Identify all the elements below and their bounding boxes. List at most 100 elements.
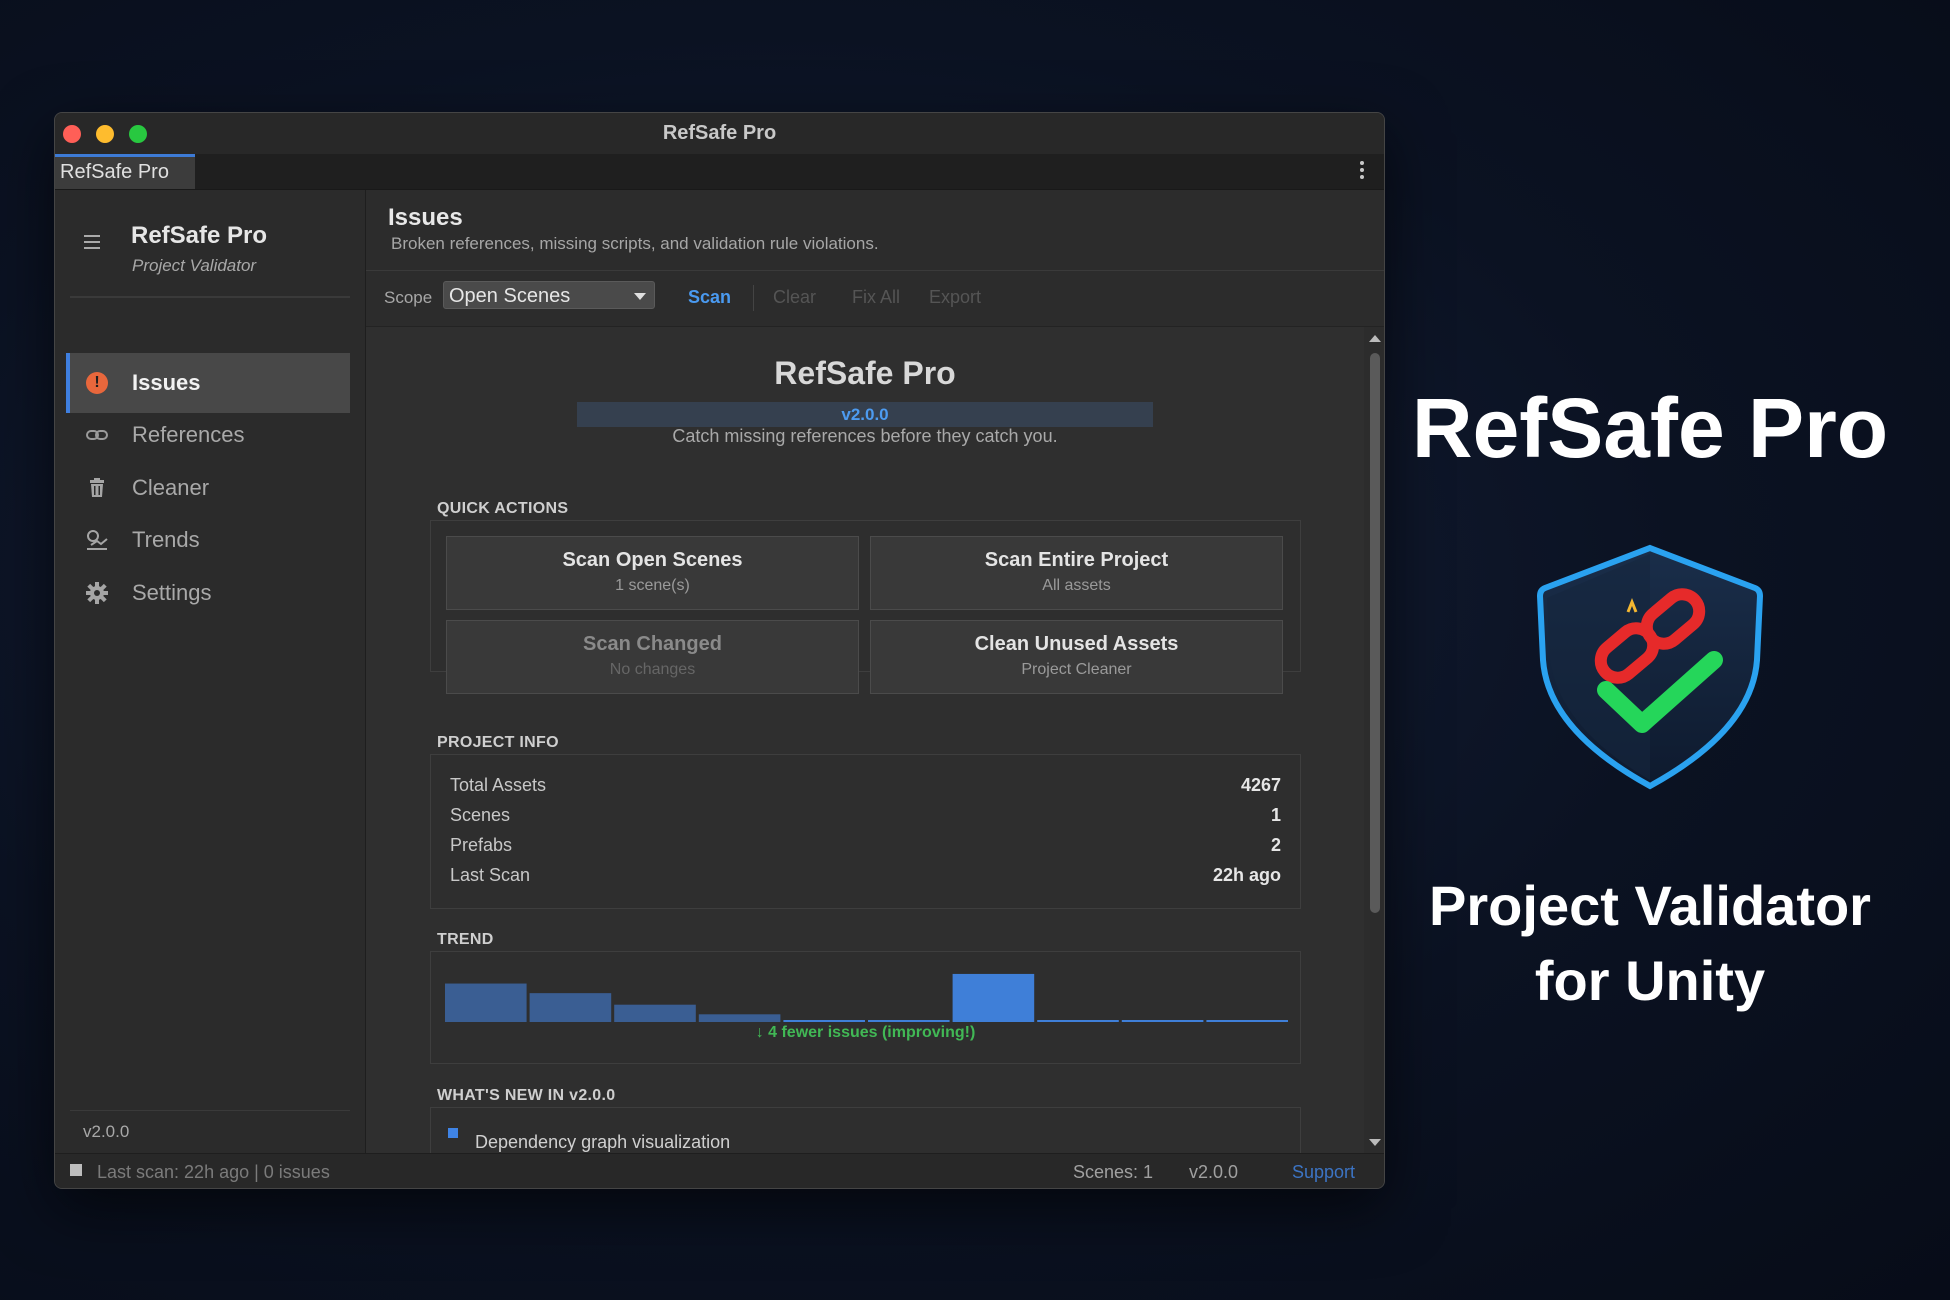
qa-subtitle: No changes <box>609 661 696 678</box>
qa-subtitle: Project Cleaner <box>1021 661 1132 678</box>
info-key: Scenes <box>450 805 511 825</box>
qa-title: Scan Entire Project <box>984 549 1169 571</box>
whats-new-label: WHAT'S NEW IN v2.0.0 <box>437 1087 616 1104</box>
more-options-icon[interactable] <box>1360 161 1364 182</box>
sidebar-item-label: References <box>132 422 245 447</box>
scope-dropdown-value: Open Scenes <box>449 285 571 307</box>
main-panel: Issues Broken references, missing script… <box>366 190 1384 1154</box>
info-value: 2 <box>1270 835 1281 855</box>
sidebar-bottom-divider <box>70 1110 350 1111</box>
promo-title: RefSafe Pro <box>1411 381 1889 475</box>
trend-bar <box>952 973 1035 1022</box>
project-info-label: PROJECT INFO <box>437 734 559 751</box>
trend-bar <box>445 983 527 1022</box>
trend-bar <box>529 993 612 1022</box>
chevron-down-icon <box>634 293 646 300</box>
tab-refsafe[interactable]: RefSafe Pro <box>55 154 195 189</box>
scrollbar-thumb[interactable] <box>1370 353 1380 913</box>
info-key: Last Scan <box>450 865 531 885</box>
info-row-prefabs: Prefabs 2 <box>450 835 1281 865</box>
sidebar-app-subtitle: Project Validator <box>132 256 257 275</box>
sidebar-version: v2.0.0 <box>83 1122 130 1141</box>
trend-bar <box>868 1020 950 1022</box>
scan-button[interactable]: Scan <box>688 287 731 308</box>
whats-new-item: Dependency graph visualization <box>475 1132 731 1152</box>
sidebar-item-cleaner[interactable]: Cleaner <box>66 458 350 518</box>
qa-subtitle: All assets <box>1042 577 1111 594</box>
sidebar-item-trends[interactable]: Trends <box>66 510 350 570</box>
trend-label: TREND <box>437 931 494 948</box>
qa-title: Scan Changed <box>583 633 722 655</box>
title-bar: RefSafe Pro <box>55 113 1384 155</box>
scan-entire-project-button[interactable]: Scan Entire Project All assets <box>870 536 1283 610</box>
info-row-last-scan: Last Scan 22h ago <box>450 865 1281 895</box>
status-square-icon <box>70 1164 82 1176</box>
status-bar: Last scan: 22h ago | 0 issues Scenes: 1 … <box>55 1153 1384 1188</box>
trend-bar <box>783 1020 865 1022</box>
quick-actions-label: QUICK ACTIONS <box>437 500 569 517</box>
sidebar-item-settings[interactable]: Settings <box>66 563 350 623</box>
sidebar-item-label: Settings <box>132 580 212 605</box>
info-value: 22h ago <box>1212 865 1281 885</box>
scope-label: Scope <box>384 288 433 307</box>
trend-bar <box>1121 1020 1204 1022</box>
sidebar-app-name: RefSafe Pro <box>131 222 268 249</box>
page-subtitle: Broken references, missing scripts, and … <box>391 234 879 253</box>
status-version: v2.0.0 <box>1189 1162 1239 1182</box>
qa-title: Scan Open Scenes <box>562 549 743 571</box>
gear-icon <box>84 580 110 606</box>
sidebar-item-references[interactable]: References <box>66 405 350 465</box>
scroll-down-icon[interactable] <box>1369 1139 1381 1146</box>
alert-icon: ! <box>84 370 110 396</box>
trend-bar <box>1037 1020 1119 1022</box>
sidebar-divider <box>70 296 350 298</box>
trend-icon <box>84 527 110 553</box>
sidebar-item-label: Cleaner <box>132 475 210 500</box>
clean-unused-assets-button[interactable]: Clean Unused Assets Project Cleaner <box>870 620 1283 694</box>
status-scenes: Scenes: 1 <box>1073 1162 1154 1182</box>
info-key: Prefabs <box>450 835 513 855</box>
project-info-panel: Total Assets 4267 Scenes 1 Prefabs 2 Las… <box>430 754 1301 909</box>
scan-changed-button[interactable]: Scan Changed No changes <box>446 620 859 694</box>
sidebar-item-issues[interactable]: ! Issues <box>66 353 350 413</box>
content-area: RefSafe Pro v2.0.0 Catch missing referen… <box>366 327 1364 1154</box>
sidebar-item-label: Issues <box>132 370 201 395</box>
export-button[interactable]: Export <box>929 287 981 308</box>
support-link[interactable]: Support <box>1292 1162 1355 1183</box>
info-value: 4267 <box>1240 775 1281 795</box>
scan-open-scenes-button[interactable]: Scan Open Scenes 1 scene(s) <box>446 536 859 610</box>
quick-actions-panel: Scan Open Scenes 1 scene(s) Scan Entire … <box>430 520 1301 694</box>
scope-dropdown[interactable]: Open Scenes <box>443 281 655 309</box>
main-header: Issues Broken references, missing script… <box>366 190 1384 271</box>
toolbar: Scope Open Scenes Scan Clear Fix All Exp… <box>366 271 1384 327</box>
hero-title: RefSafe Pro <box>774 355 956 391</box>
trend-panel: ↓ 4 fewer issues (improving!) <box>430 951 1301 1064</box>
trash-icon <box>84 475 110 501</box>
info-row-scenes: Scenes 1 <box>450 805 1281 835</box>
sidebar-item-label: Trends <box>132 527 200 552</box>
info-row-total-assets: Total Assets 4267 <box>450 775 1281 805</box>
trend-chart <box>445 973 1288 1022</box>
hamburger-menu-icon[interactable] <box>84 235 100 253</box>
whats-new-panel: Dependency graph visualization <box>430 1107 1301 1154</box>
vertical-scrollbar[interactable] <box>1364 327 1384 1154</box>
qa-title: Clean Unused Assets <box>974 633 1179 655</box>
info-value: 1 <box>1270 805 1281 825</box>
bullet-icon <box>448 1128 458 1138</box>
sidebar: RefSafe Pro Project Validator ! Issues R… <box>55 190 366 1154</box>
tab-strip: RefSafe Pro <box>55 154 1384 190</box>
trend-note: ↓ 4 fewer issues (improving!) <box>755 1024 976 1041</box>
toolbar-separator <box>753 285 754 311</box>
trend-bar <box>614 1004 696 1022</box>
trend-bar <box>698 1014 781 1022</box>
link-icon <box>84 422 110 448</box>
promo-subtitle-line2: for Unity <box>1534 949 1766 1012</box>
scroll-up-icon[interactable] <box>1369 335 1381 342</box>
hero-tagline: Catch missing references before they cat… <box>672 426 1058 446</box>
clear-button[interactable]: Clear <box>773 287 816 308</box>
app-window: RefSafe Pro RefSafe Pro RefSafe Pro Proj… <box>54 112 1385 1189</box>
page-title: Issues <box>388 204 463 231</box>
info-key: Total Assets <box>450 775 547 795</box>
fix-all-button[interactable]: Fix All <box>852 287 900 308</box>
promo-subtitle-line1: Project Validator <box>1429 874 1871 937</box>
